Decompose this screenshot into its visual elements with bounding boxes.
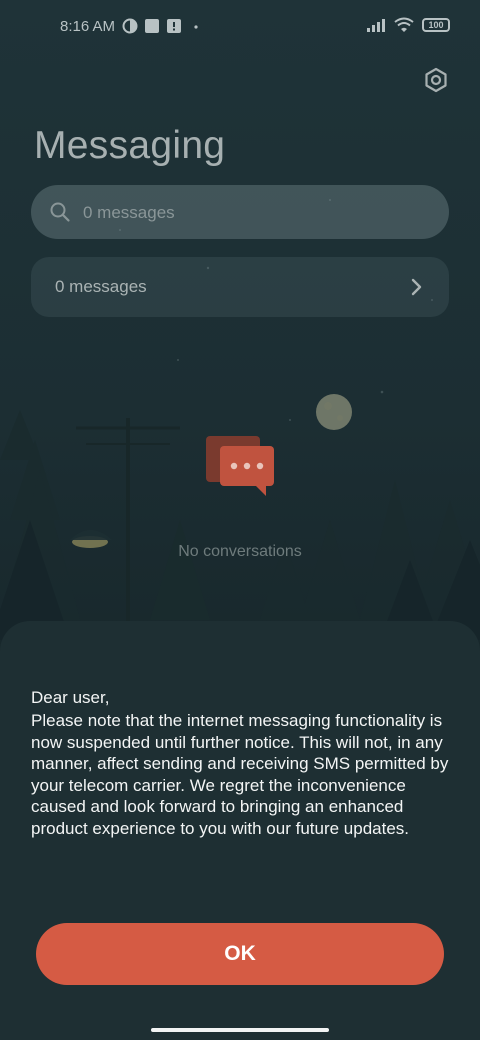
wifi-icon [394,17,414,32]
notice-dialog: Dear user, Please note that the internet… [0,621,480,1040]
page-title: Messaging [34,124,226,167]
dialog-message: Please note that the internet messaging … [31,711,449,838]
messages-row-label: 0 messages [55,277,147,296]
search-input[interactable] [81,185,425,241]
signal-icon [367,19,385,32]
search-icon [50,202,70,222]
home-indicator[interactable] [151,1028,329,1032]
notification-square-icon [145,19,159,33]
sim-alert-icon [167,19,181,33]
status-system-icons: 100 [366,17,450,33]
messages-row[interactable]: 0 messages [31,257,449,317]
messaging-screen: 8:16 AM 100 Messaging 0 messages 0 messa… [0,0,480,1040]
ok-button[interactable]: OK [36,923,444,985]
settings-button[interactable] [420,64,452,96]
chevron-right-icon [411,278,422,296]
search-bar[interactable] [31,185,449,241]
empty-state-text: No conversations [178,543,302,560]
status-notification-icons [122,18,204,34]
dialog-greeting: Dear user, [31,688,110,707]
chat-bubbles-icon [206,436,274,496]
gear-icon [425,67,447,93]
status-bar: 8:16 AM 100 [0,0,480,56]
data-saver-icon [122,18,138,34]
moon-icon [316,394,352,430]
battery-icon: 100 [422,18,450,32]
dot-icon [194,25,198,29]
status-time: 8:16 AM [60,18,116,35]
